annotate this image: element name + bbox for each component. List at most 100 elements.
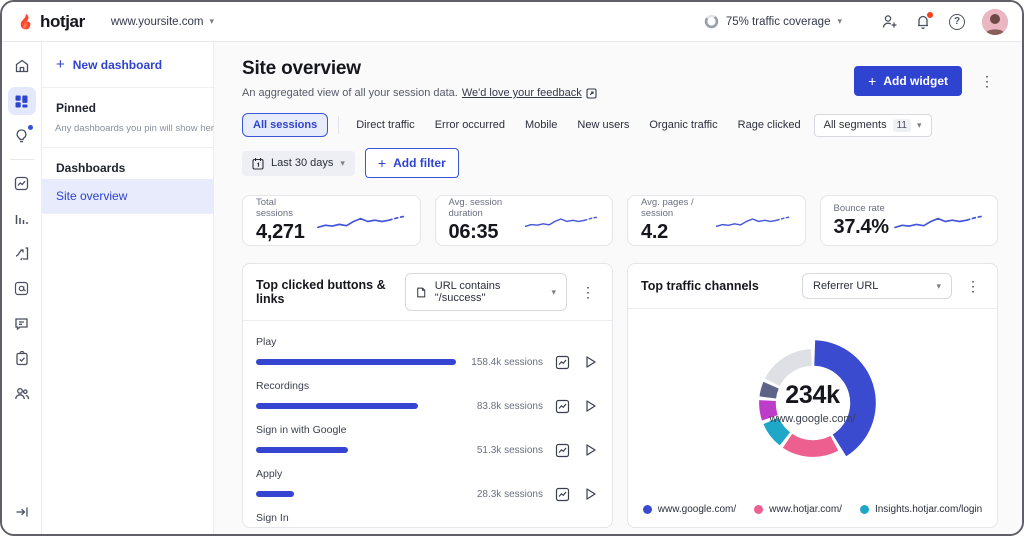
legend-dot-google: [642, 505, 652, 514]
sessions-count: 83.8k sessions: [476, 400, 543, 412]
nav-trends[interactable]: [8, 169, 36, 197]
nav-surveys[interactable]: [8, 344, 36, 372]
invite-user-button[interactable]: [880, 13, 898, 31]
journeys-icon: [15, 246, 29, 260]
url-filter-dropdown[interactable]: URL contains "/success" ▾: [405, 273, 567, 311]
clicked-label: Sign In: [256, 512, 289, 524]
clicked-bar: [256, 491, 294, 497]
traffic-coverage-dropdown[interactable]: 75% traffic coverage ▾: [704, 14, 842, 29]
collapse-arrow-icon: [16, 507, 28, 517]
view-trend-button[interactable]: [553, 397, 571, 415]
legend-item: www.google.com/: [642, 504, 736, 515]
main-content: Site overview An aggregated view of all …: [214, 42, 1022, 534]
nav-home[interactable]: [8, 52, 36, 80]
nav-rail: [2, 42, 42, 534]
stat-label: Avg. session duration: [448, 197, 503, 219]
segment-new-users[interactable]: New users: [570, 114, 636, 136]
legend-item: Insights.hotjar.com/login: [859, 504, 982, 515]
play-icon: [585, 444, 596, 456]
coverage-ring-icon: [704, 14, 719, 29]
nav-interviews[interactable]: [8, 379, 36, 407]
external-link-icon: [586, 87, 597, 99]
sparkline-chart: [894, 215, 982, 228]
play-recordings-button[interactable]: [581, 353, 599, 371]
new-dashboard-label: New dashboard: [72, 57, 163, 72]
clicked-label: Apply: [256, 468, 283, 480]
stat-value: 4,271: [256, 221, 305, 243]
segment-mobile[interactable]: Mobile: [518, 114, 564, 136]
hotjar-logo[interactable]: hotjar: [16, 12, 85, 32]
stat-value: 06:35: [448, 221, 499, 243]
date-range-value: Last 30 days: [271, 157, 334, 169]
referrer-url-value: Referrer URL: [813, 280, 879, 292]
stat-card-avg-pages: Avg. pages / session 4.2: [627, 195, 806, 246]
user-avatar[interactable]: [982, 8, 1008, 35]
trend-chart-icon: [555, 355, 569, 369]
new-indicator-dot: [27, 125, 33, 130]
widget-options-kebab[interactable]: ⋮: [962, 277, 984, 295]
clicked-bar: [256, 359, 456, 365]
nav-journeys[interactable]: [8, 239, 36, 267]
sessions-count: 28.3k sessions: [476, 488, 543, 500]
clipboard-check-icon: [15, 350, 28, 365]
clicked-list: Play 158.4k sessions Recordings 83.8k se…: [243, 321, 612, 527]
play-recordings-button[interactable]: [581, 397, 599, 415]
clicked-row: Sign In 28k sessions: [256, 512, 599, 527]
page-options-kebab[interactable]: ⋮: [976, 72, 998, 90]
segment-organic-traffic[interactable]: Organic traffic: [642, 114, 724, 136]
at-sign-icon: [14, 281, 29, 295]
segments-bar: All sessions Direct traffic Error occurr…: [242, 113, 998, 137]
referrer-url-dropdown[interactable]: Referrer URL ▾: [802, 273, 952, 299]
notification-badge: [927, 11, 933, 18]
segment-direct-traffic[interactable]: Direct traffic: [349, 114, 421, 136]
clicked-label: Play: [256, 336, 277, 348]
trend-chart-icon: [555, 399, 569, 413]
new-dashboard-button[interactable]: + New dashboard: [42, 42, 213, 88]
view-trend-button[interactable]: [553, 485, 571, 503]
top-clicked-widget: Top clicked buttons & links URL contains…: [242, 263, 613, 528]
all-segments-label: All segments: [823, 119, 887, 131]
add-widget-button[interactable]: + Add widget: [854, 66, 962, 96]
nav-funnels[interactable]: [8, 204, 36, 232]
chevron-down-icon: ▾: [936, 280, 941, 291]
clicked-label: Sign in with Google: [256, 424, 347, 436]
clicked-row: Play 158.4k sessions: [256, 336, 599, 371]
play-icon: [585, 400, 596, 412]
play-icon: [585, 356, 596, 368]
segment-rage-clicked[interactable]: Rage clicked: [731, 114, 808, 136]
play-recordings-button[interactable]: [581, 441, 599, 459]
play-recordings-button[interactable]: [581, 485, 599, 503]
nav-feedback[interactable]: [8, 274, 36, 302]
view-trend-button[interactable]: [553, 441, 571, 459]
sidebar-item-site-overview[interactable]: Site overview: [42, 179, 213, 213]
collapse-sidebar-button[interactable]: [8, 498, 36, 526]
filter-bar: Last 30 days ▾ + Add filter: [242, 148, 998, 178]
nav-insights[interactable]: [8, 122, 36, 150]
segment-all-sessions[interactable]: All sessions: [242, 113, 329, 137]
feedback-link[interactable]: We'd love your feedback: [462, 87, 582, 99]
notifications-button[interactable]: [914, 11, 933, 31]
stat-label: Avg. pages / session: [641, 197, 694, 219]
all-segments-dropdown[interactable]: All segments 11 ▾: [813, 113, 932, 137]
plus-icon: +: [377, 155, 387, 171]
date-range-dropdown[interactable]: Last 30 days ▾: [242, 150, 355, 176]
person-add-icon: [882, 15, 896, 28]
help-button[interactable]: ?: [948, 13, 966, 31]
segment-error-occurred[interactable]: Error occurred: [428, 114, 512, 136]
traffic-channels-widget: Top traffic channels Referrer URL ▾ ⋮ 23…: [627, 263, 998, 528]
plus-icon: +: [868, 73, 877, 89]
view-trend-button[interactable]: [553, 353, 571, 371]
clicked-label: Recordings: [256, 380, 310, 392]
traffic-donut-chart: [758, 339, 876, 457]
site-selector-dropdown[interactable]: www.yoursite.com ▾: [111, 16, 214, 28]
add-filter-button[interactable]: + Add filter: [364, 148, 459, 178]
question-mark-icon: ?: [949, 13, 965, 30]
legend-item: www.hotjar.com/: [754, 504, 842, 515]
trends-chart-icon: [14, 176, 29, 190]
clicked-bar: [256, 447, 348, 453]
nav-surveys-chat[interactable]: [8, 309, 36, 337]
play-icon: [585, 488, 596, 500]
widget-options-kebab[interactable]: ⋮: [577, 283, 599, 301]
widget-title: Top clicked buttons & links: [256, 278, 386, 306]
nav-dashboards[interactable]: [7, 87, 36, 115]
